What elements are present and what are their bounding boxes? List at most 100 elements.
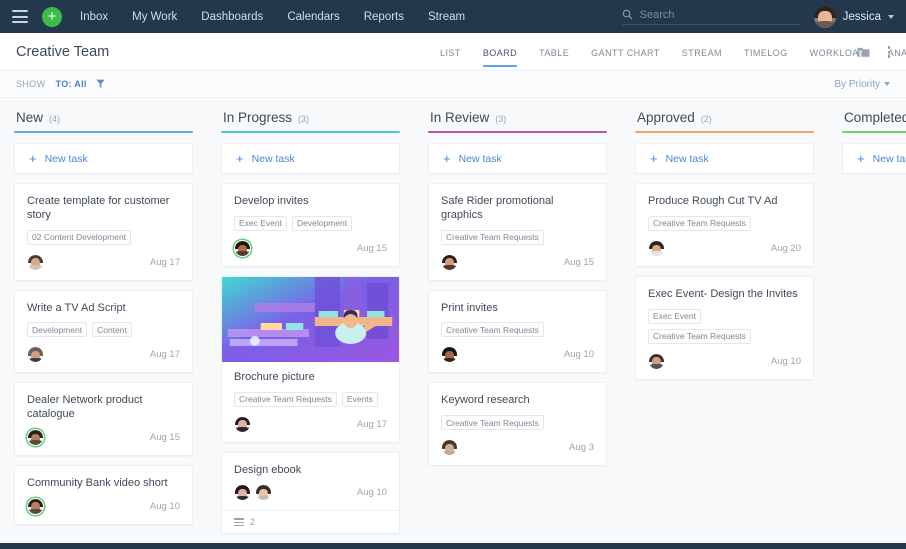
task-footer: Aug 10: [648, 353, 801, 370]
task-tag[interactable]: Events: [342, 392, 378, 407]
task-tag[interactable]: Development: [292, 216, 352, 231]
task-tag[interactable]: Exec Event: [648, 309, 701, 324]
task-due-date: Aug 20: [771, 243, 801, 254]
task-tag[interactable]: Creative Team Requests: [234, 392, 337, 407]
task-title: Safe Rider promotional graphics: [441, 195, 594, 223]
nav-item-calendars[interactable]: Calendars: [287, 11, 339, 23]
tab-board[interactable]: BOARD: [483, 33, 517, 71]
avatar: [648, 240, 665, 257]
new-task-label: New task: [252, 153, 295, 165]
task-card[interactable]: Write a TV Ad ScriptDevelopmentContentAu…: [14, 290, 193, 374]
card-illustration: [222, 277, 399, 362]
nav-item-reports[interactable]: Reports: [364, 11, 404, 23]
tab-table[interactable]: TABLE: [539, 33, 569, 71]
assignee-avatars: [27, 346, 44, 363]
task-title: Community Bank video short: [27, 477, 180, 491]
kebab-menu-icon[interactable]: [886, 44, 893, 60]
task-due-date: Aug 17: [357, 419, 387, 430]
tab-timelog[interactable]: TIMELOG: [744, 33, 788, 71]
list-icon: [234, 518, 244, 526]
page-title: Creative Team: [16, 44, 109, 60]
column-accent-rule: [221, 131, 400, 133]
plus-icon: +: [857, 152, 865, 165]
new-task-button[interactable]: +New task: [221, 143, 400, 174]
hamburger-icon[interactable]: [12, 10, 28, 23]
avatar: [234, 416, 251, 433]
assignee-avatars: [234, 240, 251, 257]
task-card[interactable]: Safe Rider promotional graphics Creative …: [428, 183, 607, 281]
new-task-button[interactable]: + New task: [14, 143, 193, 174]
task-due-date: Aug 10: [357, 487, 387, 498]
task-card[interactable]: Exec Event- Design the InvitesExec Event…: [635, 276, 814, 380]
new-task-button[interactable]: +New task: [842, 143, 906, 174]
task-card[interactable]: Design ebookAug 102: [221, 452, 400, 535]
new-task-button[interactable]: + New task: [428, 143, 607, 174]
column-count: (3): [298, 114, 309, 124]
new-task-button[interactable]: +New task: [635, 143, 814, 174]
task-tag[interactable]: Creative Team Requests: [441, 322, 544, 337]
tab-list[interactable]: LIST: [440, 33, 461, 71]
user-name: Jessica: [843, 11, 881, 23]
task-card[interactable]: Dealer Network product catalogueAug 15: [14, 382, 193, 456]
task-footer: Aug 3: [441, 439, 594, 456]
user-menu[interactable]: Jessica: [814, 6, 894, 28]
task-tag[interactable]: Creative Team Requests: [648, 216, 751, 231]
show-label: SHOW: [16, 79, 46, 89]
funnel-icon[interactable]: [96, 79, 105, 89]
task-title: Dealer Network product catalogue: [27, 394, 180, 422]
task-card[interactable]: Community Bank video short Aug 10: [14, 465, 193, 525]
task-card[interactable]: Produce Rough Cut TV AdCreative Team Req…: [635, 183, 814, 267]
nav-item-my-work[interactable]: My Work: [132, 11, 177, 23]
nav-item-dashboards[interactable]: Dashboards: [201, 11, 263, 23]
new-task-label: New task: [45, 153, 88, 165]
main-nav-links: Inbox My Work Dashboards Calendars Repor…: [80, 11, 465, 23]
nav-item-inbox[interactable]: Inbox: [80, 11, 108, 23]
subtask-count: 2: [250, 517, 255, 527]
task-tag[interactable]: Creative Team Requests: [648, 329, 751, 344]
search-icon: [622, 9, 633, 20]
board-column-approved: Approved(2)+New taskProduce Rough Cut TV…: [621, 110, 828, 389]
task-tag[interactable]: 02 Content Development: [27, 230, 131, 245]
task-card[interactable]: Create template for customer story02 Con…: [14, 183, 193, 281]
column-accent-rule: [635, 131, 814, 133]
new-task-label: New task: [666, 153, 709, 165]
avatar: [814, 6, 836, 28]
task-tag[interactable]: Exec Event: [234, 216, 287, 231]
column-count: (3): [495, 114, 506, 124]
task-tag[interactable]: Creative Team Requests: [441, 415, 544, 430]
task-tags: Creative Team Requests: [441, 415, 594, 430]
filter-to-all[interactable]: TO: All: [56, 79, 87, 89]
nav-item-stream[interactable]: Stream: [428, 11, 465, 23]
new-task-label: New task: [459, 153, 502, 165]
task-card[interactable]: Print invitesCreative Team RequestsAug 1…: [428, 290, 607, 374]
task-due-date: Aug 10: [771, 356, 801, 367]
task-card[interactable]: Brochure pictureCreative Team RequestsEv…: [221, 276, 400, 443]
task-footer: Aug 17: [27, 254, 180, 271]
assignee-avatars: [234, 484, 272, 501]
task-card[interactable]: Keyword researchCreative Team RequestsAu…: [428, 382, 607, 466]
search-box[interactable]: [622, 9, 800, 25]
folder-icon[interactable]: [857, 46, 870, 58]
sort-label: By Priority: [834, 79, 880, 90]
task-card[interactable]: Develop invitesExec EventDevelopmentAug …: [221, 183, 400, 267]
task-due-date: Aug 15: [357, 243, 387, 254]
task-tags: Creative Team Requests: [441, 322, 594, 337]
task-tags: Exec Event Creative Team Requests: [648, 309, 801, 344]
plus-icon: +: [29, 152, 37, 165]
task-tag[interactable]: Creative Team Requests: [441, 230, 544, 245]
task-due-date: Aug 10: [150, 501, 180, 512]
task-footer: Aug 10: [234, 484, 387, 501]
task-tag[interactable]: Development: [27, 322, 87, 337]
search-input[interactable]: [640, 9, 790, 21]
footer-strip: [0, 543, 906, 549]
assignee-avatars: [234, 416, 251, 433]
task-tag[interactable]: Content: [92, 322, 132, 337]
avatar: [27, 498, 44, 515]
column-count: (2): [701, 114, 712, 124]
tab-stream[interactable]: STREAM: [682, 33, 722, 71]
plus-icon[interactable]: +: [42, 7, 62, 27]
subtask-summary[interactable]: 2: [222, 510, 399, 533]
tab-gantt-chart[interactable]: GANTT CHART: [591, 33, 660, 71]
plus-icon: +: [443, 152, 451, 165]
sort-by-priority[interactable]: By Priority: [834, 79, 890, 90]
